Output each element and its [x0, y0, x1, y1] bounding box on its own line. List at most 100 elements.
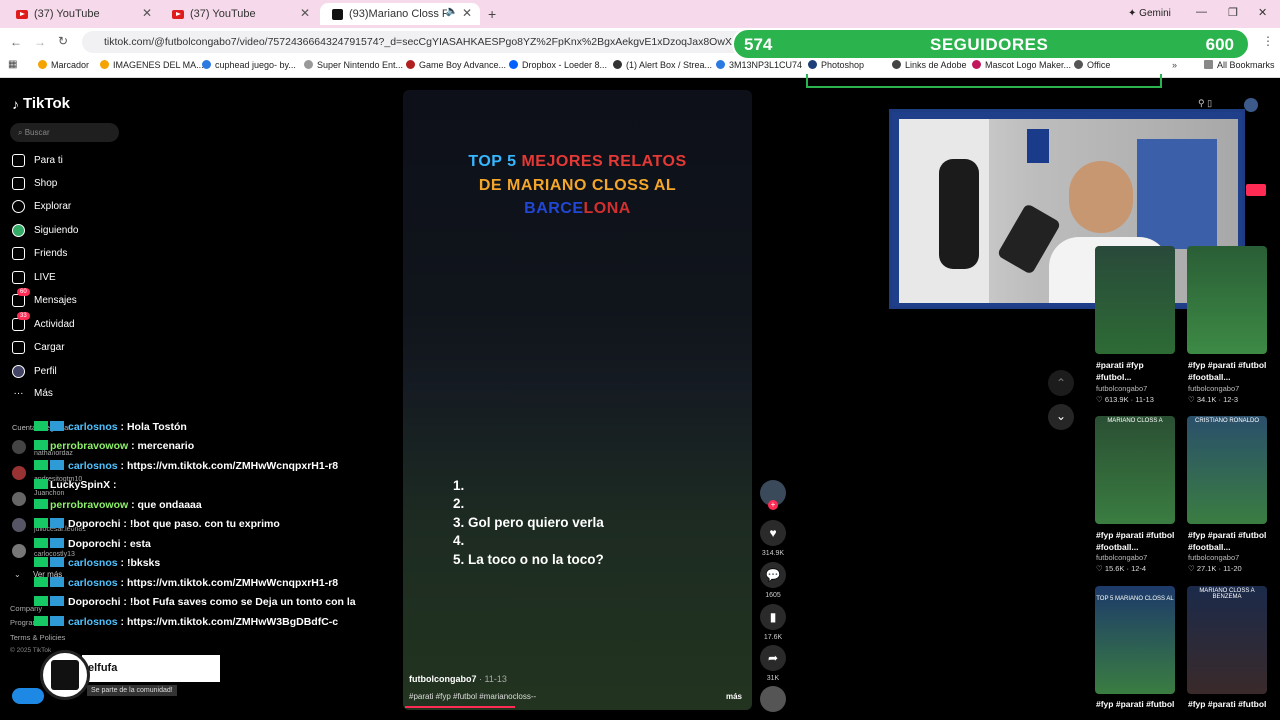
close-tab-icon[interactable]: ✕: [300, 6, 310, 20]
nav-mas[interactable]: ··· Más: [12, 388, 53, 399]
comment-button[interactable]: 💬 1605: [760, 562, 786, 599]
nav-siguiendo[interactable]: Siguiendo: [12, 224, 78, 237]
chat-badge-icon: [34, 518, 48, 528]
video-thumbnail[interactable]: MARIANO CLOSS A BENZEMA: [1187, 586, 1267, 694]
community-text: Se parte de la comunidad!: [87, 685, 177, 696]
avatar[interactable]: [12, 518, 26, 532]
bookmark[interactable]: Marcador: [38, 60, 89, 70]
browser-tab[interactable]: (37) YouTube ✕: [160, 3, 318, 25]
follow-button[interactable]: [1246, 184, 1266, 196]
thumbnail-author[interactable]: futbolcongabo7: [1188, 553, 1239, 562]
bookmark-icon: [1074, 60, 1083, 69]
bookmark[interactable]: 3M13NP3L1CU74: [716, 60, 802, 70]
bookmark[interactable]: Photoshop: [808, 60, 864, 70]
tiktok-logo[interactable]: ♪ TikTok: [12, 95, 70, 112]
profile-icon: [12, 365, 25, 378]
bookmark[interactable]: Game Boy Advance...: [406, 60, 506, 70]
video-thumbnail[interactable]: [1187, 246, 1267, 354]
video-thumbnail[interactable]: [1095, 246, 1175, 354]
chat-badge-icon: [34, 421, 48, 431]
following-user[interactable]: Juanchon: [34, 490, 64, 497]
save-button[interactable]: ▮ 17.6K: [760, 604, 786, 641]
nav-para-ti[interactable]: Para ti: [12, 154, 63, 167]
chat-badge-icon: [34, 440, 48, 450]
thumbnail-caption[interactable]: #fyp #parati #futbol #football...: [1096, 698, 1180, 710]
video-tags[interactable]: #parati #fyp #futbol #marianocloss--: [409, 692, 536, 701]
menu-icon[interactable]: ⋮: [1262, 34, 1274, 48]
bookmark[interactable]: Links de Adobe: [892, 60, 967, 70]
search-icon: ⌕: [18, 128, 23, 137]
account-avatar[interactable]: [1244, 98, 1258, 112]
avatar[interactable]: [12, 466, 26, 480]
nav-mensajes[interactable]: 60 Mensajes: [12, 288, 77, 307]
video-player[interactable]: TOP 5 MEJORES RELATOS DE MARIANO CLOSS A…: [403, 90, 752, 710]
close-window-button[interactable]: ✕: [1258, 6, 1267, 19]
thumbnail-caption[interactable]: #fyp #parati #futbol #football...: [1188, 698, 1272, 710]
chat-message: carlosnos : https://vm.tiktok.com/ZMHwWc…: [34, 460, 338, 472]
nav-cargar[interactable]: Cargar: [12, 341, 65, 354]
sound-disc[interactable]: [760, 686, 786, 716]
bookmark[interactable]: Dropbox - Loeder 8...: [509, 60, 607, 70]
speaker-icon[interactable]: 🔈: [446, 6, 458, 17]
nav-actividad[interactable]: 33 Actividad: [12, 312, 75, 331]
bookmark-icon: [406, 60, 415, 69]
youtube-icon: [16, 9, 28, 19]
video-thumbnail[interactable]: CRISTIANO RONALDO: [1187, 416, 1267, 524]
forward-icon[interactable]: →: [34, 35, 46, 49]
browser-tab-active[interactable]: (93)Mariano Closs Relata el 🔈 ✕: [320, 3, 480, 25]
search-input[interactable]: ⌕ Buscar: [10, 123, 119, 142]
thumbnail-author[interactable]: futbolcongabo7: [1096, 553, 1147, 562]
follower-label: SEGUIDORES: [930, 35, 1049, 54]
more-link[interactable]: más: [726, 692, 742, 701]
back-icon[interactable]: ←: [10, 35, 22, 49]
bookmark[interactable]: IMAGENES DEL MA...: [100, 60, 204, 70]
chat-badge-icon: [50, 557, 64, 567]
nav-perfil[interactable]: Perfil: [12, 365, 57, 378]
header-icons[interactable]: ⚲ ▯: [1198, 98, 1218, 112]
video-author[interactable]: futbolcongabo7 · 11-13: [409, 674, 507, 684]
bookmark[interactable]: cuphead juego- by...: [202, 60, 296, 70]
bookmark[interactable]: Mascot Logo Maker...: [972, 60, 1071, 70]
next-video-button[interactable]: ⌄: [1048, 404, 1074, 430]
close-tab-icon[interactable]: ✕: [142, 6, 152, 20]
video-thumbnail[interactable]: TOP 5 MARIANO CLOSS AL: [1095, 586, 1175, 694]
app-toggle-icon[interactable]: [12, 688, 44, 704]
share-button[interactable]: ➦ 31K: [760, 645, 786, 682]
video-thumbnail[interactable]: MARIANO CLOSS A: [1095, 416, 1175, 524]
maximize-button[interactable]: ❐: [1228, 6, 1238, 19]
bookmark[interactable]: (1) Alert Box / Strea...: [613, 60, 712, 70]
gemini-button[interactable]: ✦ Gemini: [1128, 8, 1171, 19]
bookmark[interactable]: Super Nintendo Ent...: [304, 60, 403, 70]
bookmark[interactable]: Office: [1074, 60, 1110, 70]
minimize-button[interactable]: —: [1196, 6, 1207, 18]
reload-icon[interactable]: ↻: [58, 34, 68, 48]
thumbnail-caption[interactable]: #fyp #parati #futbol #football...: [1096, 529, 1180, 553]
avatar[interactable]: [12, 440, 26, 454]
thumbnail-author[interactable]: futbolcongabo7: [1096, 384, 1147, 393]
nav-explorar[interactable]: Explorar: [12, 200, 71, 213]
follow-plus-icon[interactable]: +: [768, 500, 778, 510]
like-button[interactable]: ♥ 314.9K: [760, 520, 786, 557]
previous-video-button[interactable]: ⌃: [1048, 370, 1074, 396]
chat-badge-icon: [34, 557, 48, 567]
nav-live[interactable]: LIVE: [12, 271, 56, 284]
thumbnail-caption[interactable]: #parati #fyp #futbol...: [1096, 359, 1180, 383]
nav-friends[interactable]: Friends: [12, 247, 67, 260]
address-bar[interactable]: tiktok.com/@futbolcongabo7/video/7572436…: [82, 31, 762, 53]
nav-shop[interactable]: Shop: [12, 177, 57, 190]
chat-badge-icon: [50, 518, 64, 528]
close-tab-icon[interactable]: ✕: [462, 6, 472, 20]
apps-icon[interactable]: ▦: [8, 59, 17, 70]
footer-link[interactable]: Terms & Policies: [10, 633, 65, 642]
avatar[interactable]: [12, 492, 26, 506]
thumbnail-author[interactable]: futbolcongabo7: [1188, 384, 1239, 393]
progress-bar[interactable]: [405, 706, 515, 708]
browser-tab[interactable]: (37) YouTube ✕: [4, 3, 160, 25]
thumbnail-caption[interactable]: #fyp #parati #futbol #football...: [1188, 359, 1272, 383]
avatar[interactable]: [12, 544, 26, 558]
bookmarks-overflow-icon[interactable]: »: [1172, 60, 1177, 70]
thumbnail-caption[interactable]: #fyp #parati #futbol #football...: [1188, 529, 1272, 553]
new-tab-button[interactable]: +: [488, 6, 496, 22]
all-bookmarks[interactable]: All Bookmarks: [1204, 60, 1275, 70]
chat-badge-icon: [34, 460, 48, 470]
